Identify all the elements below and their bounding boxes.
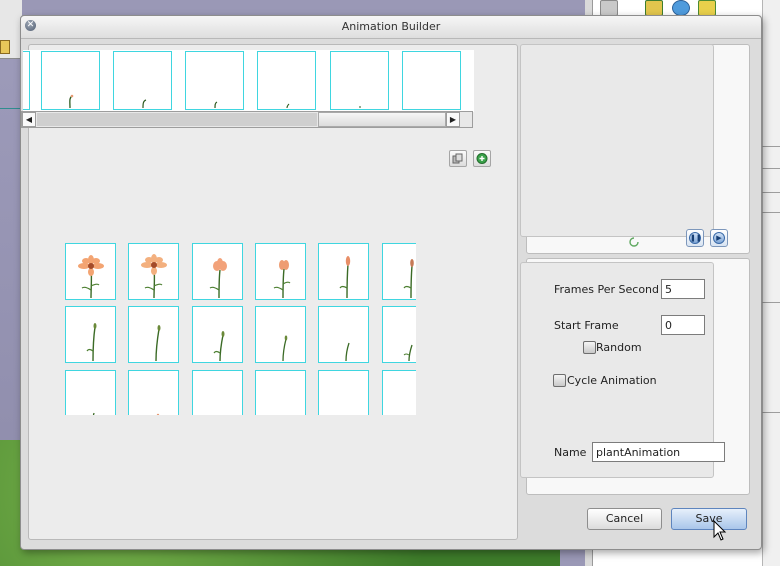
frame-thumbnail[interactable] [65, 243, 116, 300]
scroll-right-arrow-icon[interactable]: ▶ [446, 112, 460, 127]
add-icon [476, 153, 488, 164]
background-list-divider [762, 192, 780, 193]
timeline-frame[interactable] [185, 51, 244, 110]
timeline-frame[interactable] [41, 51, 100, 110]
fps-input[interactable] [661, 279, 705, 299]
frame-thumbnail[interactable] [128, 370, 179, 415]
cycle-animation-checkbox[interactable] [553, 374, 566, 387]
background-toolbar-icon[interactable] [645, 0, 663, 16]
frame-thumbnail[interactable] [255, 370, 306, 415]
frame-thumbnail[interactable] [255, 243, 306, 300]
add-frame-button[interactable] [473, 150, 491, 167]
background-list-divider [762, 302, 780, 303]
background-list-divider [762, 212, 780, 213]
background-right-strip [762, 0, 780, 566]
loading-spinner-icon [629, 237, 639, 247]
scrollbar-track[interactable] [37, 113, 317, 126]
frame-thumbnail[interactable] [382, 306, 416, 363]
random-label: Random [596, 341, 642, 354]
frame-thumbnail[interactable] [318, 243, 369, 300]
frame-thumbnail[interactable] [192, 306, 243, 363]
name-label: Name [554, 446, 587, 459]
timeline-scrollbar[interactable]: ◀ ▶ [21, 111, 473, 128]
background-toolbar-icon[interactable] [600, 0, 618, 16]
frame-thumbnail[interactable] [192, 370, 243, 415]
frame-thumbnail[interactable] [255, 306, 306, 363]
frame-thumbnail[interactable] [318, 370, 369, 415]
background-list-divider [762, 168, 780, 169]
frame-thumbnail[interactable] [192, 243, 243, 300]
start-frame-input[interactable] [661, 315, 705, 335]
timeline-frame[interactable] [23, 51, 30, 110]
frame-thumbnail[interactable] [382, 370, 416, 415]
animation-preview [520, 44, 714, 237]
cycle-animation-label: Cycle Animation [567, 374, 657, 387]
frames-grid[interactable] [46, 229, 416, 415]
background-toolbar-icon[interactable] [672, 0, 690, 16]
frame-thumbnail[interactable] [65, 370, 116, 415]
frame-thumbnail[interactable] [318, 306, 369, 363]
copy-icon [452, 153, 463, 164]
start-frame-label: Start Frame [554, 319, 619, 332]
scrollbar-thumb[interactable] [318, 112, 446, 127]
mouse-cursor-icon [713, 520, 727, 541]
pause-icon: ❚❚ [689, 232, 702, 244]
timeline-frame[interactable] [330, 51, 389, 110]
dialog-title: Animation Builder [341, 20, 441, 33]
background-toolbar-icon[interactable] [698, 0, 716, 16]
animation-name-input[interactable] [592, 442, 725, 462]
dialog-titlebar[interactable]: ✕ Animation Builder [21, 16, 761, 39]
frame-thumbnail[interactable] [128, 243, 179, 300]
background-folder-icon [0, 40, 10, 54]
timeline-frame[interactable] [257, 51, 316, 110]
timeline-frame[interactable] [113, 51, 172, 110]
background-list-divider [762, 412, 780, 413]
scroll-left-arrow-icon[interactable]: ◀ [22, 112, 36, 127]
save-button[interactable]: Save [671, 508, 747, 530]
play-icon: ▶ [713, 232, 725, 244]
cancel-button[interactable]: Cancel [587, 508, 662, 530]
background-divider [0, 108, 22, 109]
play-button[interactable]: ▶ [710, 229, 728, 247]
random-checkbox[interactable] [583, 341, 596, 354]
duplicate-frame-button[interactable] [449, 150, 467, 167]
timeline-strip[interactable] [22, 50, 474, 112]
frame-thumbnail[interactable] [128, 306, 179, 363]
timeline-frame[interactable] [402, 51, 461, 110]
fps-label: Frames Per Second [554, 283, 660, 296]
frame-thumbnail[interactable] [382, 243, 416, 300]
background-list-divider [762, 146, 780, 147]
pause-button[interactable]: ❚❚ [686, 229, 704, 247]
frame-thumbnail[interactable] [65, 306, 116, 363]
